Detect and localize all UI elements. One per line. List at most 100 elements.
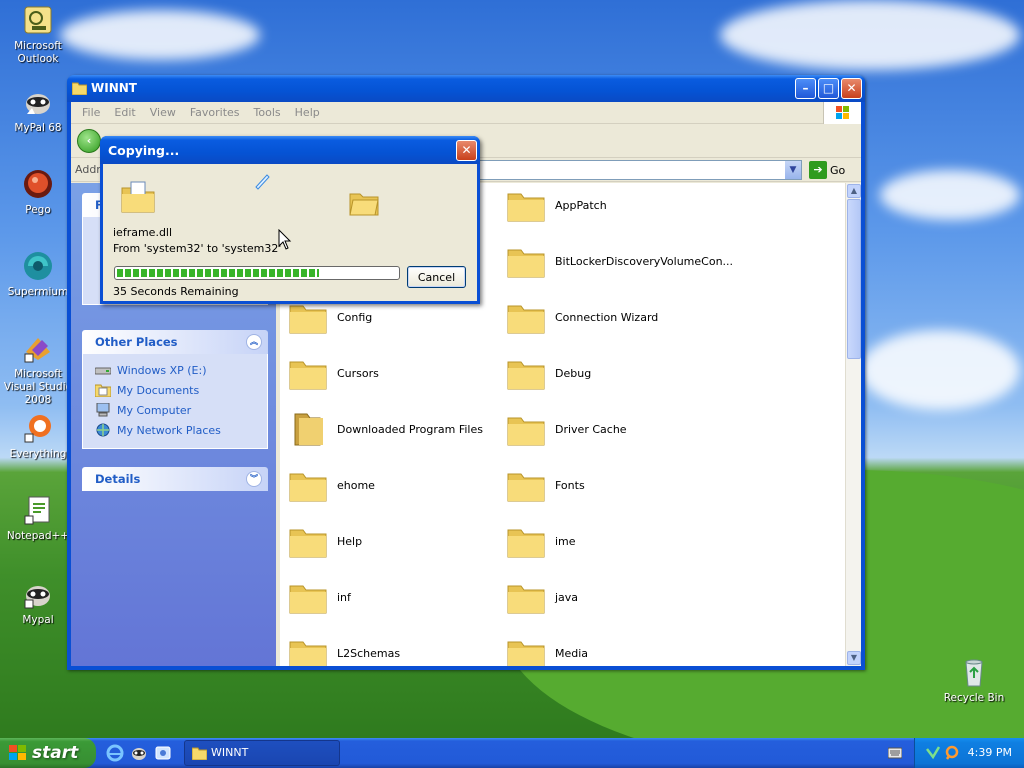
desktop-icon-label: Pego	[25, 204, 51, 216]
menu-view[interactable]: View	[143, 106, 183, 119]
scroll-thumb[interactable]	[847, 199, 861, 359]
vertical-scrollbar[interactable]: ▲ ▼	[845, 183, 861, 666]
mouse-cursor-icon	[278, 229, 292, 250]
close-button[interactable]: ✕	[841, 78, 862, 99]
folder-item[interactable]: Media	[507, 633, 588, 666]
desktop-icon-label: Notepad++	[6, 530, 70, 542]
folder-item[interactable]: BitLockerDiscoveryVolumeCon...	[507, 241, 733, 281]
taskbar-button-winnt[interactable]: WINNT	[184, 740, 340, 766]
desktop-icon-visual-studio[interactable]: Microsoft Visual Studio 2008	[0, 332, 76, 407]
collapse-icon[interactable]: ︽	[246, 334, 262, 350]
keyboard-icon[interactable]	[888, 747, 902, 759]
desktop-icon-mypal68[interactable]: MyPal 68	[0, 86, 76, 135]
folder-item[interactable]: Debug	[507, 353, 591, 393]
start-button[interactable]: start	[0, 738, 96, 768]
folder-icon	[289, 473, 327, 502]
folder-name: inf	[337, 590, 351, 604]
recycle-bin-icon	[965, 659, 983, 687]
menu-tools[interactable]: Tools	[247, 106, 288, 119]
desktop-icon-mypal[interactable]: Mypal	[0, 578, 76, 627]
expand-icon[interactable]: ︾	[246, 471, 262, 487]
folder-item[interactable]: Connection Wizard	[507, 297, 658, 337]
desktop-icon-recycle-bin[interactable]: Recycle Bin	[936, 656, 1012, 705]
go-button[interactable]: ➔ Go	[809, 161, 845, 179]
folder-name: Debug	[555, 366, 592, 380]
windows-flag-icon	[9, 745, 26, 760]
folder-icon	[507, 417, 545, 446]
desktop-icon-outlook[interactable]: Microsoft Outlook	[0, 4, 76, 66]
copy-filename: ieframe.dll	[113, 226, 173, 239]
dialog-titlebar[interactable]: Copying... ✕	[100, 136, 480, 164]
pego-icon	[24, 170, 52, 198]
desktop-icon-everything[interactable]: Everything	[0, 412, 76, 461]
internet-explorer-icon[interactable]	[106, 744, 124, 762]
menu-help[interactable]: Help	[288, 106, 327, 119]
outlook-icon	[24, 6, 52, 34]
clock[interactable]: 4:39 PM	[968, 746, 1012, 759]
menu-edit[interactable]: Edit	[107, 106, 142, 119]
my-documents-icon	[95, 384, 111, 397]
other-places-box: Other Places ︽ Windows XP (E:) My Docume…	[82, 330, 268, 449]
back-button[interactable]: ‹	[77, 129, 101, 153]
search-icon[interactable]	[945, 745, 961, 761]
copy-progress-bar	[114, 266, 400, 280]
scroll-down-icon[interactable]: ▼	[847, 651, 861, 665]
dialog-title: Copying...	[108, 143, 180, 158]
link-my-computer[interactable]: My Computer	[95, 400, 255, 420]
source-folder-icon	[121, 181, 155, 213]
maximize-button[interactable]: □	[818, 78, 839, 99]
folder-item[interactable]: Help	[289, 521, 362, 561]
link-my-network-places[interactable]: My Network Places	[95, 420, 255, 440]
folder-item[interactable]: ime	[507, 521, 576, 561]
folder-name: Cursors	[337, 366, 379, 380]
everything-icon	[24, 415, 51, 443]
folder-name: Downloaded Program Files	[337, 422, 483, 436]
folder-icon	[507, 361, 545, 390]
menu-favorites[interactable]: Favorites	[183, 106, 247, 119]
folder-item[interactable]: Cursors	[289, 353, 379, 393]
destination-folder-icon	[349, 193, 379, 216]
scroll-up-icon[interactable]: ▲	[847, 184, 861, 198]
dialog-close-button[interactable]: ✕	[456, 140, 477, 161]
details-heading[interactable]: Details ︾	[82, 467, 268, 491]
copy-progress-dialog[interactable]: Copying... ✕ ieframe.dll From 'system32'…	[100, 136, 480, 304]
link-label: My Computer	[117, 403, 192, 417]
folder-name: L2Schemas	[337, 646, 401, 660]
minimize-button[interactable]: –	[795, 78, 816, 99]
go-label: Go	[830, 163, 846, 177]
drive-icon	[95, 367, 111, 375]
chevron-down-icon[interactable]: ▼	[785, 161, 801, 179]
network-places-icon	[96, 423, 110, 437]
menu-file[interactable]: File	[75, 106, 107, 119]
desktop-icon-notepadpp[interactable]: Notepad++	[0, 494, 76, 543]
link-my-documents[interactable]: My Documents	[95, 380, 255, 400]
folder-name: BitLockerDiscoveryVolumeCon...	[555, 254, 734, 268]
desktop-icon-supermium[interactable]: Supermium	[0, 250, 76, 299]
folder-item[interactable]: AppPatch	[507, 185, 607, 225]
folder-item[interactable]: L2Schemas	[289, 633, 400, 666]
folder-icon	[507, 641, 545, 666]
desktop-icon-label: Mypal	[22, 614, 54, 626]
show-desktop-icon[interactable]	[154, 744, 172, 762]
raccoon-icon[interactable]	[130, 744, 148, 762]
taskbar-button-label: WINNT	[211, 746, 249, 759]
visual-studio-icon	[24, 338, 50, 363]
link-windows-xp-drive[interactable]: Windows XP (E:)	[95, 360, 255, 380]
folder-item[interactable]: ehome	[289, 465, 375, 505]
folder-item[interactable]: java	[507, 577, 578, 617]
desktop-icon-pego[interactable]: Pego	[0, 168, 76, 217]
desktop-icon-label: Microsoft Outlook	[14, 40, 62, 65]
go-arrow-icon: ➔	[809, 161, 827, 179]
cancel-button[interactable]: Cancel	[407, 266, 466, 288]
folder-item[interactable]: Downloaded Program Files	[289, 409, 483, 449]
folder-name: ehome	[337, 478, 375, 492]
folder-item[interactable]: inf	[289, 577, 351, 617]
other-places-heading[interactable]: Other Places ︽	[82, 330, 268, 354]
folder-item[interactable]: Fonts	[507, 465, 585, 505]
folder-item[interactable]: Driver Cache	[507, 409, 627, 449]
other-places-title: Other Places	[95, 335, 178, 349]
folder-icon	[192, 747, 207, 760]
link-label: My Documents	[117, 383, 200, 397]
network-tray-icon[interactable]	[925, 745, 941, 761]
window-titlebar[interactable]: WINNT – □ ✕	[67, 75, 865, 102]
